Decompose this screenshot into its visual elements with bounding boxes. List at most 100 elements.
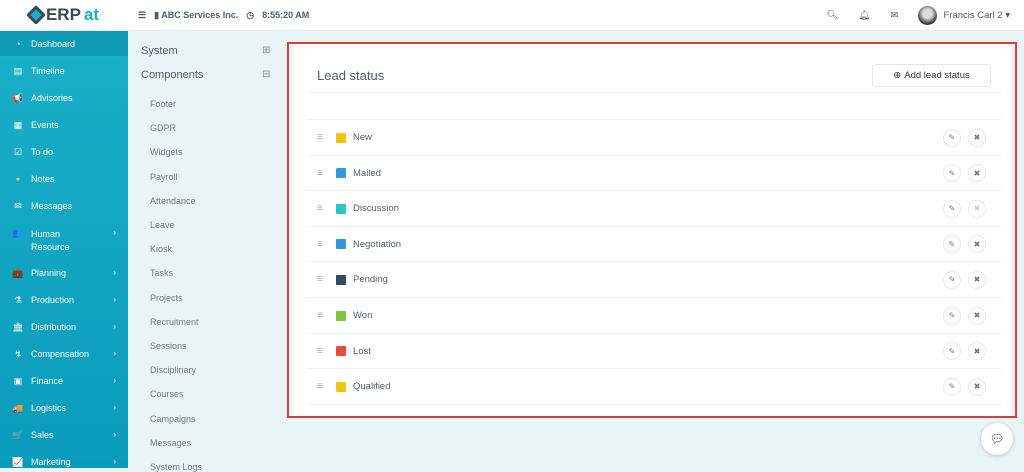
company-selector[interactable]: ▮ ABC Services Inc.: [154, 10, 238, 21]
edit-button[interactable]: ✎: [943, 270, 961, 289]
lead-status-row: ≡ Discussion ✎ ✖: [307, 190, 1002, 226]
edit-button[interactable]: ✎: [943, 235, 961, 254]
sidebar-item-logistics[interactable]: 🚚 Logistics ›: [0, 403, 128, 414]
drag-handle-icon[interactable]: ≡: [317, 381, 327, 392]
expand-icon[interactable]: ⊞: [262, 45, 270, 56]
settings-item-sessions[interactable]: Sessions: [150, 341, 187, 351]
color-swatch: [336, 346, 346, 357]
settings-group-components[interactable]: Components ⊟: [141, 69, 270, 81]
drag-handle-icon[interactable]: ≡: [317, 239, 327, 250]
menu-toggle-icon[interactable]: ☰: [138, 10, 146, 21]
edit-button[interactable]: ✎: [943, 342, 961, 361]
delete-button[interactable]: ✖: [968, 306, 986, 325]
status-label: Won: [353, 310, 373, 321]
delete-button[interactable]: ✖: [968, 235, 986, 254]
sidebar-item-notes[interactable]: ▪ Notes: [0, 174, 128, 184]
sidebar-item-label: Dashboard: [31, 39, 76, 49]
chevron-right-icon: ›: [113, 295, 116, 304]
drag-handle-icon[interactable]: ≡: [317, 274, 327, 285]
chevron-right-icon: ›: [113, 268, 116, 277]
settings-item-system-logs[interactable]: System Logs: [150, 462, 202, 472]
delete-button[interactable]: ✖: [968, 342, 986, 361]
finance-icon: ▣: [13, 376, 23, 386]
sidebar-item-label: Production: [31, 295, 75, 305]
to-do-icon: ☑: [13, 147, 23, 157]
drag-handle-icon[interactable]: ≡: [317, 346, 327, 357]
chevron-right-icon: ›: [113, 322, 116, 331]
user-menu[interactable]: Francis Carl 2 ▾: [943, 10, 1010, 21]
sidebar-item-messages[interactable]: ✉ Messages: [0, 201, 128, 212]
drag-handle-icon[interactable]: ≡: [317, 132, 327, 143]
timeline-icon: ▤: [13, 66, 23, 76]
edit-button[interactable]: ✎: [943, 128, 961, 147]
sidebar-item-advisories[interactable]: 📢 Advisories: [0, 93, 128, 104]
lead-status-row: ≡ Mailed ✎ ✖: [307, 154, 1002, 191]
settings-item-leave[interactable]: Leave: [150, 220, 175, 230]
delete-button: ✖: [968, 199, 986, 218]
delete-button[interactable]: ✖: [968, 128, 986, 147]
color-swatch: [336, 168, 346, 179]
events-icon: ▦: [13, 120, 23, 130]
plus-circle-icon: ⊕: [893, 70, 902, 81]
sidebar-item-compensation[interactable]: ↯ Compensation ›: [0, 349, 128, 360]
settings-item-attendance[interactable]: Attendance: [150, 196, 196, 206]
sidebar-item-human-resource[interactable]: 👥 Human Resource ›: [0, 228, 128, 254]
edit-button[interactable]: ✎: [943, 164, 961, 183]
delete-button[interactable]: ✖: [968, 377, 986, 396]
chat-button[interactable]: 💬︎: [981, 423, 1013, 455]
clock-icon: ◷: [246, 9, 255, 20]
drag-handle-icon[interactable]: ≡: [317, 168, 327, 179]
bell-icon[interactable]: 🔔︎: [858, 10, 870, 21]
divider: [307, 92, 1002, 93]
settings-item-gdpr[interactable]: GDPR: [150, 123, 176, 133]
edit-button[interactable]: ✎: [943, 377, 961, 396]
delete-button[interactable]: ✖: [968, 270, 986, 289]
sidebar-item-sales[interactable]: 🛒 Sales ›: [0, 430, 128, 441]
sidebar-item-dashboard[interactable]: ◔ Dashboard: [0, 31, 128, 56]
logistics-icon: 🚚: [12, 403, 24, 413]
status-label: Discussion: [353, 203, 399, 215]
drag-handle-icon[interactable]: ≡: [317, 203, 327, 214]
settings-item-footer[interactable]: Footer: [150, 99, 176, 109]
sidebar-item-to-do[interactable]: ☑ To do: [0, 147, 128, 158]
settings-item-tasks[interactable]: Tasks: [150, 268, 173, 278]
settings-item-disciplinary[interactable]: Disciplinary: [150, 365, 196, 375]
settings-item-projects[interactable]: Projects: [150, 293, 183, 303]
company-name: ABC Services Inc.: [161, 9, 239, 20]
status-label: New: [353, 132, 373, 143]
sidebar-item-label: Timeline: [31, 66, 65, 76]
collapse-icon[interactable]: ⊟: [262, 69, 270, 80]
edit-button[interactable]: ✎: [943, 199, 961, 218]
settings-item-widgets[interactable]: Widgets: [150, 147, 183, 157]
settings-item-messages[interactable]: Messages: [150, 438, 191, 448]
settings-item-campaigns[interactable]: Campaigns: [150, 414, 196, 424]
sidebar-item-label: Advisories: [31, 93, 73, 103]
settings-item-payroll[interactable]: Payroll: [150, 172, 178, 182]
search-icon[interactable]: 🔍︎: [826, 10, 838, 21]
logo[interactable]: ERP at: [0, 5, 128, 25]
avatar[interactable]: [918, 5, 938, 25]
lead-status-row: ≡ Won ✎ ✖: [307, 297, 1002, 333]
sidebar-item-production[interactable]: ⚗ Production ›: [0, 295, 128, 306]
sidebar-item-marketing[interactable]: 📈 Marketing ›: [0, 457, 128, 468]
page-title: Lead status: [317, 68, 385, 83]
settings-group-system[interactable]: System ⊞: [141, 45, 270, 57]
sidebar: ◔ Dashboard ▤ Timeline 📢 Advisories ▦ Events ☑ To…: [0, 31, 128, 468]
dashboard-icon: ◔: [15, 39, 21, 49]
add-lead-status-button[interactable]: ⊕ Add lead status: [872, 64, 991, 87]
human-resource-icon: 👥: [12, 228, 24, 238]
sidebar-item-events[interactable]: ▦ Events: [0, 120, 128, 131]
sidebar-item-planning[interactable]: 💼 Planning ›: [0, 268, 128, 279]
settings-item-recruitment[interactable]: Recruitment: [150, 317, 199, 327]
settings-item-kiosk[interactable]: Kiosk: [150, 244, 172, 254]
mail-icon[interactable]: ✉: [890, 10, 898, 21]
sidebar-item-timeline[interactable]: ▤ Timeline: [0, 66, 128, 77]
drag-handle-icon[interactable]: ≡: [317, 310, 327, 321]
delete-button[interactable]: ✖: [968, 164, 986, 183]
edit-button[interactable]: ✎: [943, 306, 961, 325]
divider: [307, 403, 1002, 405]
chevron-right-icon: ›: [113, 349, 116, 358]
settings-item-courses[interactable]: Courses: [150, 389, 184, 399]
sidebar-item-distribution[interactable]: 🏛 Distribution ›: [0, 322, 128, 333]
sidebar-item-finance[interactable]: ▣ Finance ›: [0, 376, 128, 387]
